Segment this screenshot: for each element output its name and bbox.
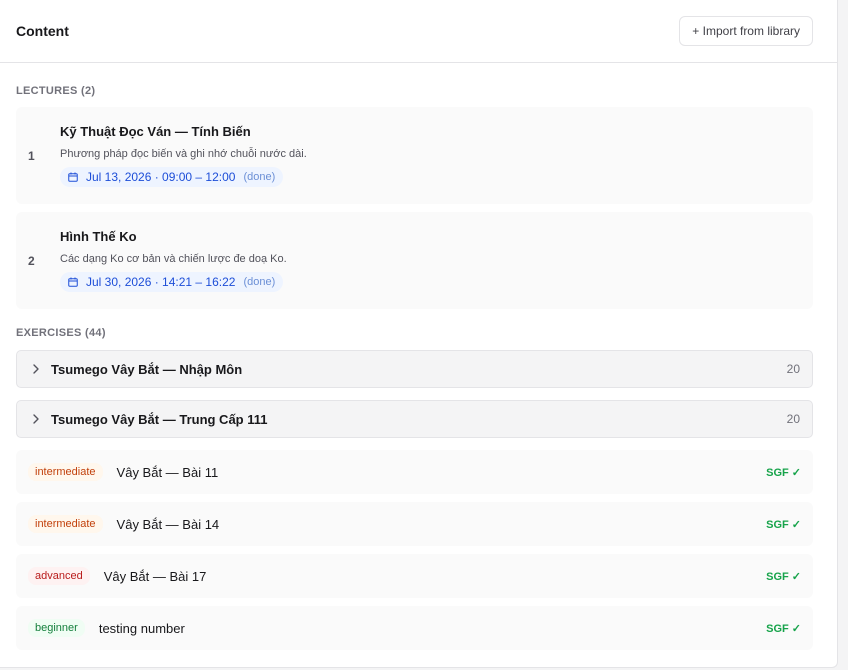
page-title: Content: [16, 23, 69, 39]
lecture-item[interactable]: 2 Hình Thế Ko Các dạng Ko cơ bản và chiế…: [16, 212, 813, 309]
exercises-section-label: EXERCISES (44): [16, 327, 106, 339]
lecture-description: Phương pháp đọc biến và ghi nhớ chuỗi nư…: [60, 148, 307, 160]
exercise-title: Vây Bắt — Bài 11: [116, 464, 219, 480]
chevron-right-icon: [33, 364, 39, 374]
exercise-title: Vây Bắt — Bài 17: [103, 568, 207, 584]
exercise-group-title: Tsumego Vây Bắt — Trung Cấp 111: [51, 411, 268, 427]
lecture-schedule-badge: Jul 30, 2026 · 14:21 – 16:22 (done): [60, 272, 284, 292]
lecture-title: Hình Thế Ko: [60, 229, 137, 244]
lecture-schedule: Jul 13, 2026 · 09:00 – 12:00: [86, 170, 236, 184]
lecture-schedule-badge: Jul 13, 2026 · 09:00 – 12:00 (done): [60, 167, 284, 187]
level-badge: intermediate: [28, 463, 103, 481]
content-panel: Content + Import from library LECTURES (…: [0, 0, 838, 668]
sgf-status: SGF ✓: [766, 518, 801, 531]
content-body: LECTURES (2) 1 Kỹ Thuật Đọc Ván — Tính B…: [0, 84, 837, 650]
lecture-title: Kỹ Thuật Đọc Ván — Tính Biến: [60, 124, 251, 139]
exercise-group-title: Tsumego Vây Bắt — Nhập Môn: [51, 361, 243, 377]
calendar-icon: [68, 277, 78, 287]
lecture-status: (done): [243, 171, 276, 183]
lecture-item[interactable]: 1 Kỹ Thuật Đọc Ván — Tính Biến Phương ph…: [16, 107, 813, 204]
import-from-library-button[interactable]: + Import from library: [679, 16, 813, 46]
level-badge: beginner: [28, 619, 85, 637]
exercise-group[interactable]: Tsumego Vây Bắt — Nhập Môn 20: [16, 350, 813, 388]
sgf-status: SGF ✓: [766, 622, 801, 635]
exercise-title: Vây Bắt — Bài 14: [116, 516, 220, 532]
exercise-group[interactable]: Tsumego Vây Bắt — Trung Cấp 111 20: [16, 400, 813, 438]
exercise-item[interactable]: intermediate Vây Bắt — Bài 14 SGF ✓: [16, 502, 813, 546]
lecture-schedule: Jul 30, 2026 · 14:21 – 16:22: [86, 275, 236, 289]
exercise-title: testing number: [98, 620, 185, 636]
calendar-icon: [68, 172, 78, 182]
exercise-group-count: 20: [786, 412, 800, 426]
exercise-item[interactable]: advanced Vây Bắt — Bài 17 SGF ✓: [16, 554, 813, 598]
exercise-item[interactable]: intermediate Vây Bắt — Bài 11 SGF ✓: [16, 450, 813, 494]
chevron-right-icon: [33, 414, 39, 424]
content-header: Content + Import from library: [0, 0, 837, 63]
sgf-status: SGF ✓: [766, 570, 801, 583]
sgf-status: SGF ✓: [766, 466, 801, 479]
lecture-description: Các dạng Ko cơ bản và chiến lược đe doạ …: [60, 253, 287, 265]
level-badge: advanced: [28, 567, 90, 585]
lecture-number: 1: [28, 148, 35, 163]
lecture-status: (done): [243, 276, 276, 288]
lectures-section-label: LECTURES (2): [16, 85, 96, 97]
level-badge: intermediate: [28, 515, 103, 533]
exercise-group-count: 20: [786, 362, 800, 376]
lecture-number: 2: [28, 253, 35, 268]
exercise-item[interactable]: beginner testing number SGF ✓: [16, 606, 813, 650]
